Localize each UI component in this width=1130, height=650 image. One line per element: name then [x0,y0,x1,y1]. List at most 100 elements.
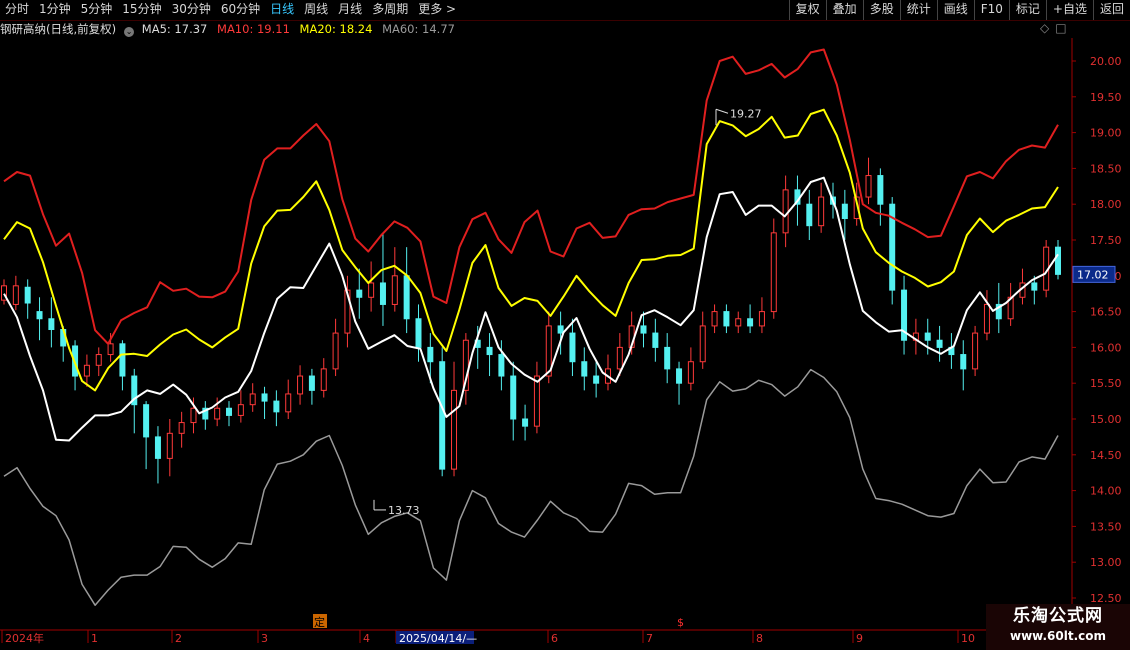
candle-body [403,275,410,320]
y-tick-label: 14.00 [1090,485,1122,498]
candle-body [652,332,659,348]
y-tick-label: 15.00 [1090,413,1122,426]
candle-body [723,311,730,327]
candle-body [36,311,43,320]
candle-body [533,375,540,427]
x-tick-label: 2025/04/14/— [399,632,477,645]
candle-body [510,375,517,420]
candle-body [865,175,872,198]
y-tick-label: 18.50 [1090,162,1122,175]
candle-body [664,346,671,370]
candle-body [427,346,434,363]
y-tick-label: 16.00 [1090,341,1122,354]
x-tick-label: 8 [756,632,763,645]
period-tab-9[interactable]: 多周期 [367,0,413,20]
period-tab-3[interactable]: 15分钟 [117,0,166,20]
candle-body [261,393,268,402]
high-marker-arrow [715,108,729,114]
toolbar: 分时 1分钟 5分钟 15分钟 30分钟 60分钟 日线 周线 月线 多周期 更多 > 复权 叠加 多股… [0,0,1130,21]
toolbar-action-5[interactable]: F10 [973,0,1009,20]
candle-body [782,189,789,234]
y-tick-label: 13.00 [1090,556,1122,569]
period-tab-4[interactable]: 30分钟 [167,0,216,20]
event-ding-label: 定 [314,615,325,629]
candle-body [711,311,718,327]
candle-body [806,203,813,227]
y-tick-label: 14.50 [1090,449,1122,462]
period-tab-1[interactable]: 1分钟 [34,0,76,20]
candle-body [758,311,765,327]
toolbar-action-0[interactable]: 复权 [788,0,826,20]
candle-body [154,436,161,459]
candle-body [983,303,990,334]
x-tick-label: 3 [261,632,268,645]
y-tick-label: 17.50 [1090,234,1122,247]
candlestick-chart: 20.0019.5019.0018.5018.0017.5017.0016.50… [0,38,1130,645]
candle-body [249,393,256,406]
candle-body [368,282,375,298]
period-tab-2[interactable]: 5分钟 [76,0,118,20]
last-price-label: 17.02 [1077,268,1109,281]
low-marker-label: 13.73 [388,504,420,517]
candle-body [581,361,588,377]
candle-body [557,325,564,334]
watermark: 乐淘公式网 www.60lt.com [986,604,1130,650]
toolbar-action-2[interactable]: 多股 [862,0,900,20]
candle-body [1055,246,1061,275]
watermark-url: www.60lt.com [1009,629,1107,643]
y-tick-label: 16.50 [1090,306,1122,319]
candle-body [285,393,292,413]
candle-body [522,418,529,427]
candle-body [1031,282,1038,291]
candle-body [166,432,173,459]
candle-body [119,343,126,377]
watermark-title: 乐淘公式网 [1013,606,1103,626]
toolbar-action-6[interactable]: 标记 [1008,0,1046,20]
candle-body [960,354,967,370]
y-tick-label: 18.00 [1090,198,1122,211]
candle-body [699,325,706,363]
period-tab-8[interactable]: 月线 [333,0,367,20]
high-marker-label: 19.27 [730,107,762,120]
candle-body [214,407,221,420]
candle-body [415,318,422,348]
candle-body [936,339,943,348]
toolbar-actions: 复权 叠加 多股 统计 画线 F10 标记 +自选 返回 [788,0,1130,20]
x-tick-label: 1 [91,632,98,645]
candle-body [273,400,280,413]
period-tab-7[interactable]: 周线 [299,0,333,20]
period-tab-5[interactable]: 60分钟 [216,0,265,20]
toolbar-action-1[interactable]: 叠加 [825,0,863,20]
candle-body [178,422,185,434]
candle-body [735,318,742,327]
candle-body [924,332,931,341]
candle-body [237,404,244,416]
candle-body [356,289,363,298]
period-tab-0[interactable]: 分时 [0,0,34,20]
candle-body [308,375,315,391]
candle-body [226,407,233,416]
toolbar-action-8[interactable]: 返回 [1092,0,1130,20]
toolbar-action-4[interactable]: 画线 [936,0,974,20]
x-tick-label: 2024年 [5,631,44,645]
candle-body [451,389,458,470]
candle-body [143,404,150,438]
toolbar-action-3[interactable]: 统计 [899,0,937,20]
toolbar-action-7[interactable]: +自选 [1045,0,1093,20]
y-tick-label: 19.00 [1090,127,1122,140]
candle-body [972,332,979,370]
candle-body [107,343,114,356]
period-tab-6[interactable]: 日线 [265,0,299,20]
period-tab-10[interactable]: 更多 > [413,0,461,20]
candle-body [439,361,446,470]
y-tick-label: 20.00 [1090,55,1122,68]
period-tabs: 分时 1分钟 5分钟 15分钟 30分钟 60分钟 日线 周线 月线 多周期 更多 > [0,0,461,20]
candle-body [818,196,825,227]
series-line-ma20 [3,108,1059,392]
candle-body [593,375,600,384]
candle-body [640,325,647,334]
x-tick-label: 6 [551,632,558,645]
candle-body [747,318,754,327]
x-tick-label: 10 [961,632,975,645]
candle-body [391,275,398,305]
